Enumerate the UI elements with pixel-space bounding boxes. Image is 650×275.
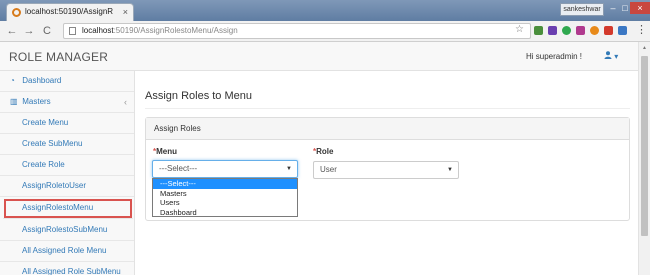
sidebar-item-label: Create Menu	[22, 118, 69, 127]
menu-option[interactable]: Dashboard	[153, 208, 297, 218]
url-path: :50190/AssignRolestoMenu/Assign	[113, 26, 238, 35]
extension-icon[interactable]	[618, 26, 627, 35]
forward-button[interactable]: →	[22, 23, 36, 39]
sidebar-item-masters[interactable]: ▥ Masters ‹	[0, 92, 134, 113]
browser-tab[interactable]: localhost:50190/AssignR ×	[6, 3, 134, 21]
user-greeting: Hi superadmin !	[526, 52, 583, 61]
role-select[interactable]: User ▼	[313, 161, 459, 179]
extension-icon[interactable]	[590, 26, 599, 35]
bar-chart-icon: ▥	[10, 97, 18, 106]
sidebar-item-create-role[interactable]: Create Role	[0, 155, 134, 176]
browser-toolbar: ← → C localhost:50190/AssignRolestoMenu/…	[0, 21, 650, 42]
caret-down-icon: ▼	[447, 167, 453, 173]
sidebar-item-all-assigned-role-menu[interactable]: All Assigned Role Menu	[0, 241, 134, 262]
app-brand[interactable]: ROLE MANAGER	[9, 50, 108, 64]
sidebar-item-label: Create SubMenu	[22, 139, 83, 148]
sidebar: ◔ Dashboard ▥ Masters ‹ Create Menu Crea…	[0, 71, 135, 275]
app-navbar: ROLE MANAGER Hi superadmin ! ▾	[0, 42, 638, 71]
chevron-left-icon: ‹	[124, 97, 127, 107]
back-button[interactable]: ←	[5, 23, 19, 39]
page-favicon-icon	[12, 8, 21, 17]
user-menu-toggle[interactable]: ▾	[604, 51, 618, 61]
browser-menu-icon[interactable]: ⋮	[636, 24, 647, 36]
reload-button[interactable]: C	[40, 23, 54, 39]
extension-icon[interactable]	[548, 26, 557, 35]
menu-option[interactable]: Users	[153, 198, 297, 208]
menu-options-dropdown: ---Select--- Masters Users Dashboard	[152, 178, 298, 217]
role-select-value: User	[320, 165, 337, 174]
menu-field-label: *Menu	[153, 147, 178, 156]
page-scrollbar[interactable]: ▲	[638, 42, 650, 275]
address-bar[interactable]: localhost:50190/AssignRolestoMenu/Assign	[63, 23, 531, 39]
user-icon	[604, 51, 612, 59]
browser-tab-strip: localhost:50190/AssignR × sankeshwar – □…	[0, 0, 650, 21]
extension-icon[interactable]	[562, 26, 571, 35]
divider	[145, 108, 630, 109]
role-field-label: *Role	[313, 147, 334, 156]
sidebar-item-label: Create Role	[22, 160, 65, 169]
sidebar-item-label: AssignRolestoMenu	[22, 203, 94, 212]
sidebar-item-label: Dashboard	[22, 76, 62, 85]
sidebar-item-assign-roles-to-menu[interactable]: AssignRolestoMenu	[3, 198, 133, 219]
tab-title: localhost:50190/AssignR	[25, 7, 114, 16]
extension-icon[interactable]	[604, 26, 613, 35]
sidebar-item-create-submenu[interactable]: Create SubMenu	[0, 134, 134, 155]
window-user-badge: sankeshwar	[560, 3, 604, 16]
tab-close-icon[interactable]: ×	[123, 4, 128, 20]
sidebar-item-dashboard[interactable]: ◔ Dashboard	[0, 71, 134, 92]
sidebar-item-all-assigned-role-submenu[interactable]: All Assigned Role SubMenu	[0, 262, 134, 275]
sidebar-item-create-menu[interactable]: Create Menu	[0, 113, 134, 134]
minimize-button[interactable]: –	[607, 2, 619, 14]
menu-select-value: ---Select---	[159, 164, 198, 173]
sidebar-item-label: All Assigned Role Menu	[22, 246, 107, 255]
menu-select[interactable]: ---Select--- ▼	[152, 160, 298, 178]
sidebar-item-assign-roles-to-submenu[interactable]: AssignRolestoSubMenu	[0, 220, 134, 241]
dashboard-icon: ◔	[10, 76, 15, 85]
menu-option[interactable]: ---Select---	[153, 179, 297, 189]
sidebar-item-label: AssignRoletoUser	[22, 181, 87, 190]
scroll-up-icon[interactable]: ▲	[642, 45, 647, 51]
window-close-button[interactable]: ×	[630, 2, 650, 14]
panel-heading: Assign Roles	[146, 118, 629, 140]
sidebar-item-assign-role-to-user[interactable]: AssignRoletoUser	[0, 176, 134, 197]
scrollbar-thumb[interactable]	[641, 56, 648, 236]
sidebar-item-label: Masters	[22, 97, 51, 106]
page-title: Assign Roles to Menu	[145, 90, 252, 102]
bookmark-star-icon[interactable]: ☆	[515, 24, 524, 35]
caret-down-icon: ▼	[286, 166, 292, 172]
sidebar-item-label: All Assigned Role SubMenu	[22, 267, 121, 275]
page-info-icon[interactable]	[69, 27, 76, 35]
extension-icon[interactable]	[576, 26, 585, 35]
chevron-down-icon: ▾	[614, 52, 619, 61]
url-host: localhost	[82, 26, 114, 35]
menu-option[interactable]: Masters	[153, 189, 297, 199]
sidebar-item-label: AssignRolestoSubMenu	[22, 225, 108, 234]
extension-icon[interactable]	[534, 26, 543, 35]
